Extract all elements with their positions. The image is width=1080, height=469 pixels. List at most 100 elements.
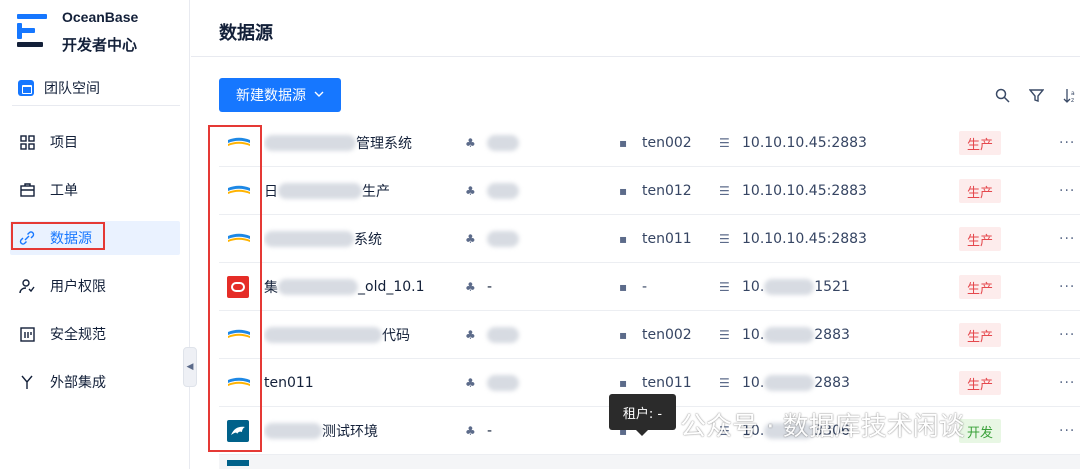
env-tag: 生产 — [959, 311, 1002, 359]
tenant-value: ten002 — [642, 135, 692, 151]
owner-value — [487, 119, 519, 167]
tenant-value: ten012 — [642, 183, 692, 199]
owner-icon: ♣ — [465, 424, 476, 438]
toolbar: az — [992, 84, 1080, 106]
datasource-name[interactable]: 集 _old_10.1 — [264, 263, 459, 311]
datasource-name[interactable]: 系统 — [264, 215, 459, 263]
host-value: 10. 2883 — [742, 375, 850, 391]
new-datasource-label: 新建数据源 — [236, 88, 306, 104]
team-space-switcher[interactable]: 团队空间 — [12, 70, 180, 106]
table-row[interactable]: 集 _old_10.1 ♣ - ▪ - ☰ 10. 1521 生产 ··· — [219, 263, 1080, 311]
sidebar-item-label: 用户权限 — [50, 279, 106, 295]
integration-icon — [18, 373, 36, 391]
tenant-value: - — [642, 279, 648, 295]
host-icon: ☰ — [719, 328, 730, 342]
team-space-label: 团队空间 — [44, 80, 100, 97]
sidebar-item-tickets[interactable]: 工单 — [10, 166, 180, 214]
host-value: 10.10.10.45:2883 — [742, 135, 867, 151]
brand-name-cn: 开发者中心 — [62, 36, 138, 54]
sidebar-nav: 项目 工单 数据源 用户权限 安全规范 外部集成 — [10, 118, 180, 406]
sidebar-item-label: 外部集成 — [50, 375, 106, 391]
owner-value: - — [487, 279, 493, 295]
sidebar-item-label: 项目 — [50, 135, 78, 151]
new-datasource-button[interactable]: 新建数据源 — [219, 78, 341, 112]
datasource-name[interactable]: ten011 — [264, 359, 459, 407]
env-tag: 开发 — [959, 407, 1002, 455]
more-icon[interactable]: ··· — [1059, 167, 1075, 215]
tenant-icon: ▪ — [619, 232, 628, 246]
mysql-icon — [227, 455, 253, 469]
svg-text:z: z — [1071, 97, 1074, 103]
more-icon[interactable]: ··· — [1059, 359, 1075, 407]
tenant-icon: ▪ — [619, 328, 628, 342]
sidebar-item-label: 工单 — [50, 183, 78, 199]
sort-icon[interactable]: az — [1060, 84, 1080, 106]
chevron-down-icon — [314, 87, 324, 103]
datasource-name[interactable]: 代码 — [264, 311, 459, 359]
more-icon[interactable]: ··· — [1059, 407, 1075, 455]
page-title: 数据源 — [219, 23, 273, 44]
env-tag: 生产 — [959, 263, 1002, 311]
env-tag: 生产 — [959, 167, 1002, 215]
host-value: 10.10.10.45:2883 — [742, 231, 867, 247]
more-icon[interactable]: ··· — [1059, 119, 1075, 167]
owner-icon: ♣ — [465, 136, 476, 150]
host-icon: ☰ — [719, 232, 730, 246]
tenant-value: ten002 — [642, 327, 692, 343]
sidebar-item-label: 安全规范 — [50, 327, 106, 343]
security-rules-icon — [18, 325, 36, 343]
svg-text:a: a — [1071, 90, 1075, 97]
highlight-box-datasource — [11, 222, 105, 250]
more-icon[interactable]: ··· — [1059, 263, 1075, 311]
table-row[interactable] — [219, 455, 1080, 469]
tenant-icon: ▪ — [619, 280, 628, 294]
owner-icon: ♣ — [465, 328, 476, 342]
host-icon: ☰ — [719, 184, 730, 198]
team-space-icon — [18, 79, 34, 96]
tenant-tooltip: 租户: - — [609, 394, 676, 436]
sidebar-item-security-rules[interactable]: 安全规范 — [10, 310, 180, 358]
host-icon: ☰ — [719, 376, 730, 390]
env-tag: 生产 — [959, 119, 1002, 167]
env-tag: 生产 — [959, 359, 1002, 407]
more-icon[interactable]: ··· — [1059, 311, 1075, 359]
sidebar-item-integrations[interactable]: 外部集成 — [10, 358, 180, 406]
tenant-value: ten011 — [642, 231, 692, 247]
more-icon[interactable]: ··· — [1059, 215, 1075, 263]
host-value: 10. 1521 — [742, 279, 850, 295]
datasource-name[interactable]: 日生产 — [264, 167, 459, 215]
owner-icon: ♣ — [465, 376, 476, 390]
owner-value — [487, 167, 519, 215]
owner-value — [487, 311, 519, 359]
owner-value — [487, 359, 519, 407]
sidebar-item-projects[interactable]: 项目 — [10, 118, 180, 166]
datasource-name[interactable]: 测试环境 — [264, 407, 459, 455]
brand-name-en: OceanBase — [62, 9, 139, 25]
grid-icon — [18, 133, 36, 151]
sidebar: OceanBase 开发者中心 团队空间 项目 工单 数据源 用户权限 安全规范… — [0, 0, 190, 469]
sidebar-item-user-permissions[interactable]: 用户权限 — [10, 262, 180, 310]
table-row[interactable]: 代码 ♣ ▪ ten002 ☰ 10. 2883 生产 ··· — [219, 311, 1080, 359]
tenant-icon: ▪ — [619, 136, 628, 150]
highlight-box-datasource-icons — [208, 125, 262, 452]
filter-icon[interactable] — [1026, 84, 1046, 106]
owner-icon: ♣ — [465, 184, 476, 198]
host-value: 10.10.10.45:2883 — [742, 183, 867, 199]
owner-value: - — [487, 423, 493, 439]
watermark: 公众号 · 数据库技术闲谈 — [680, 412, 965, 442]
owner-icon: ♣ — [465, 232, 476, 246]
env-tag: 生产 — [959, 215, 1002, 263]
table-row[interactable]: 管理系统 ♣ ▪ ten002 ☰ 10.10.10.45:2883 生产 ··… — [219, 119, 1080, 167]
host-icon: ☰ — [719, 280, 730, 294]
user-permission-icon — [18, 277, 36, 295]
search-icon[interactable] — [992, 84, 1012, 106]
table-row[interactable]: 日生产 ♣ ▪ ten012 ☰ 10.10.10.45:2883 生产 ··· — [219, 167, 1080, 215]
page-header: 数据源 — [191, 0, 1080, 57]
ticket-icon — [18, 181, 36, 199]
host-icon: ☰ — [719, 136, 730, 150]
table-row[interactable]: 系统 ♣ ▪ ten011 ☰ 10.10.10.45:2883 生产 ··· — [219, 215, 1080, 263]
tenant-icon: ▪ — [619, 184, 628, 198]
owner-icon: ♣ — [465, 280, 476, 294]
datasource-name[interactable]: 管理系统 — [264, 119, 459, 167]
app: OceanBase 开发者中心 团队空间 项目 工单 数据源 用户权限 安全规范… — [0, 0, 1080, 469]
